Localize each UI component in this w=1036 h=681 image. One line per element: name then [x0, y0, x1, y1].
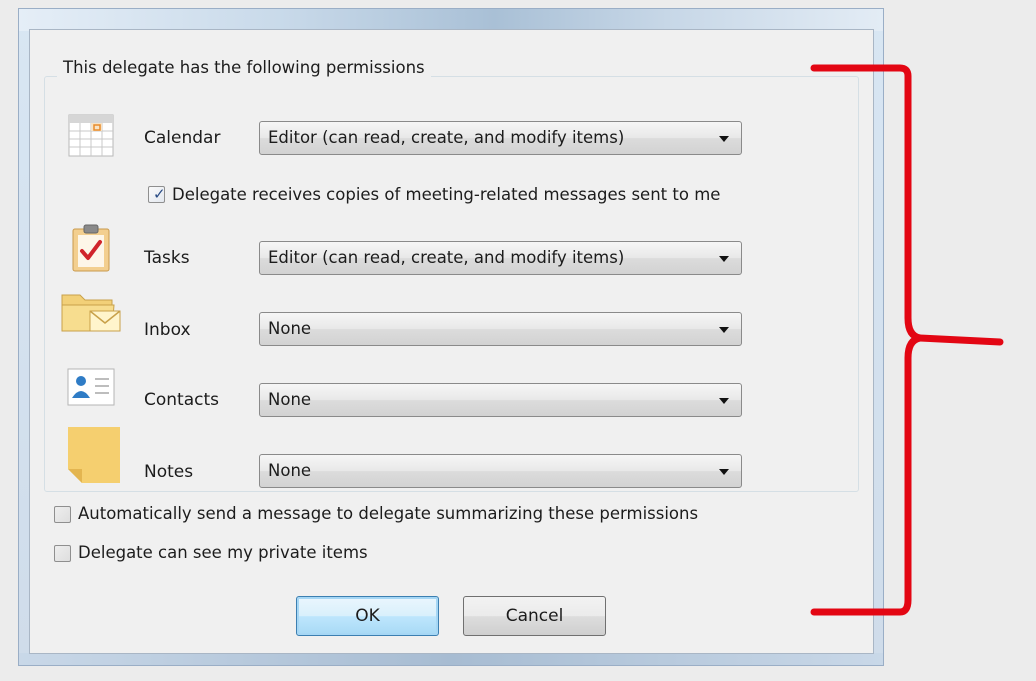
notes-permission-value: None	[268, 461, 312, 480]
contacts-permission-value: None	[268, 390, 312, 409]
sticky-note-icon	[66, 425, 122, 490]
calendar-label: Calendar	[144, 128, 221, 148]
permissions-group-title: This delegate has the following permissi…	[57, 58, 431, 77]
inbox-label: Inbox	[144, 320, 191, 340]
checkmark-icon: ✓	[153, 185, 166, 203]
auto-send-summary-label: Automatically send a message to delegate…	[78, 504, 699, 523]
tasks-permission-value: Editor (can read, create, and modify ite…	[268, 248, 625, 267]
tasks-permission-dropdown[interactable]: Editor (can read, create, and modify ite…	[259, 241, 742, 275]
private-items-label: Delegate can see my private items	[78, 543, 368, 562]
tasks-clipboard-icon	[68, 223, 114, 278]
notes-permission-dropdown[interactable]: None	[259, 454, 742, 488]
red-curly-brace-annotation	[808, 60, 1008, 635]
meeting-copies-checkbox[interactable]: ✓	[148, 185, 166, 203]
inbox-permission-value: None	[268, 319, 312, 338]
cancel-button[interactable]: Cancel	[463, 596, 606, 636]
chevron-down-icon	[719, 136, 729, 142]
chevron-down-icon	[719, 327, 729, 333]
meeting-copies-label: Delegate receives copies of meeting-rela…	[172, 185, 721, 204]
ok-button[interactable]: OK	[296, 596, 439, 636]
inbox-folder-icon	[60, 285, 124, 340]
contacts-label: Contacts	[144, 390, 219, 410]
calendar-permission-value: Editor (can read, create, and modify ite…	[268, 128, 625, 147]
tasks-label: Tasks	[144, 248, 190, 268]
chevron-down-icon	[719, 469, 729, 475]
delegate-permissions-dialog: This delegate has the following permissi…	[18, 8, 884, 666]
window-frame-top	[19, 9, 883, 31]
contacts-permission-dropdown[interactable]: None	[259, 383, 742, 417]
chevron-down-icon	[719, 256, 729, 262]
contacts-card-icon	[67, 368, 115, 411]
window-frame-bottom	[19, 653, 883, 665]
private-items-checkbox[interactable]	[54, 545, 71, 562]
calendar-permission-dropdown[interactable]: Editor (can read, create, and modify ite…	[259, 121, 742, 155]
dialog-body: This delegate has the following permissi…	[29, 29, 874, 654]
inbox-permission-dropdown[interactable]: None	[259, 312, 742, 346]
auto-send-summary-checkbox[interactable]	[54, 506, 71, 523]
notes-label: Notes	[144, 462, 194, 482]
calendar-icon	[68, 112, 114, 163]
chevron-down-icon	[719, 398, 729, 404]
